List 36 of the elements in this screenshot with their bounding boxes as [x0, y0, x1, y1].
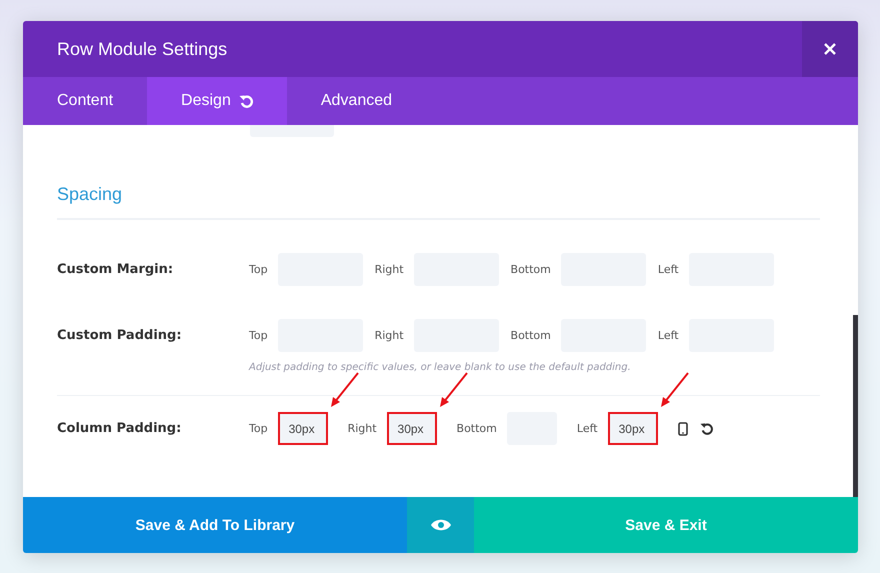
field-label: Bottom	[510, 329, 551, 342]
save-to-library-button[interactable]: Save & Add To Library	[23, 497, 407, 553]
input-field[interactable]: 30px	[608, 412, 658, 445]
field-label: Right	[348, 422, 377, 435]
section-title: Spacing	[57, 184, 124, 205]
input-field[interactable]: 30px	[386, 412, 437, 445]
field-label: Right	[374, 329, 404, 342]
close-icon	[824, 43, 836, 55]
annotation-arrow	[330, 372, 360, 408]
setting-label: Custom Padding:	[57, 328, 183, 343]
input-field[interactable]: 30px	[278, 412, 328, 445]
field-label: Left	[576, 422, 598, 435]
close-button[interactable]	[802, 21, 858, 77]
tab[interactable]: Content	[23, 77, 148, 125]
undo-icon[interactable]	[700, 422, 713, 435]
help-text: Adjust padding to specific values, or leave blank to use the default padding.	[249, 362, 632, 373]
tab[interactable]: Design	[147, 77, 287, 125]
field-label: Top	[249, 263, 268, 276]
annotation-arrow	[438, 372, 469, 408]
tab[interactable]: Advanced	[286, 77, 426, 125]
field-label: Bottom	[510, 263, 551, 276]
field-label: Top	[249, 422, 268, 435]
setting-label: Custom Margin:	[57, 262, 174, 277]
phone-icon[interactable]	[678, 422, 688, 436]
setting-label: Column Padding:	[57, 421, 182, 436]
field-label: Left	[658, 263, 679, 276]
modal-title: Row Module Settings	[57, 38, 228, 60]
field-label: Left	[658, 329, 679, 342]
toggle-field[interactable]	[250, 125, 334, 137]
field-label: Right	[374, 263, 404, 276]
scrollbar[interactable]	[853, 315, 858, 497]
preview-button[interactable]	[407, 497, 474, 553]
eye-icon	[430, 519, 450, 531]
field-label: Top	[249, 329, 268, 342]
annotation-arrow	[660, 372, 690, 408]
field-label: Bottom	[456, 422, 497, 435]
